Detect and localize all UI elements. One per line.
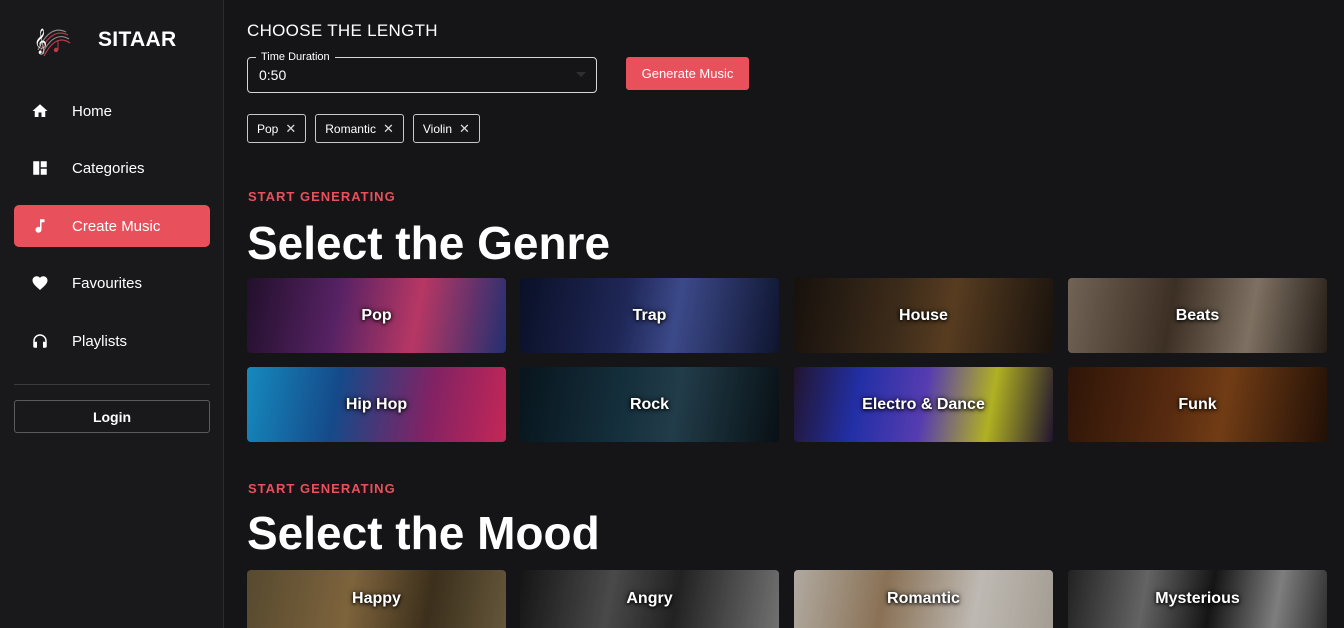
genre-card-label: Rock [629, 395, 670, 413]
mood-card-label: Happy [352, 590, 401, 607]
genre-card-rock[interactable]: Rock [520, 367, 779, 442]
tag-chip[interactable]: Romantic ✕ [315, 114, 404, 143]
brand[interactable]: 𝄞 SITAAR [32, 20, 176, 60]
home-icon [30, 101, 50, 121]
main-content: CHOOSE THE LENGTH Time Duration 0:50 Gen… [225, 0, 1344, 628]
music-note-icon [30, 216, 50, 236]
mood-eyebrow: START GENERATING [248, 481, 396, 496]
music-staff-logo-icon: 𝄞 [34, 28, 71, 57]
time-duration-label: Time Duration [256, 51, 335, 63]
sidebar-item-label: Home [72, 102, 113, 120]
genre-card-trap[interactable]: Trap [520, 278, 779, 353]
mood-card-angry[interactable]: Angry [520, 570, 779, 628]
mood-card-label: Mysterious [1155, 590, 1240, 607]
sidebar-item-label: Categories [72, 159, 145, 177]
sidebar-item-label: Favourites [72, 274, 143, 292]
sidebar-item-label: Create Music [72, 217, 161, 235]
headphones-icon [30, 331, 50, 351]
mood-card-romantic[interactable]: Romantic [794, 570, 1053, 628]
genre-card-beats[interactable]: Beats [1068, 278, 1327, 353]
sidebar-item-label: Playlists [72, 332, 128, 350]
genre-eyebrow: START GENERATING [248, 189, 396, 204]
tag-chip[interactable]: Violin ✕ [412, 114, 480, 143]
sidebar-item-categories[interactable]: Categories [14, 147, 210, 189]
genre-card-house[interactable]: House [794, 278, 1053, 353]
genre-card-label: Funk [1178, 395, 1217, 413]
heart-icon [30, 273, 50, 293]
genre-card-electro-dance[interactable]: Electro & Dance [794, 367, 1053, 442]
svg-text:𝄞: 𝄞 [34, 28, 47, 54]
mood-card-happy[interactable]: Happy [247, 570, 506, 628]
generate-music-button[interactable]: Generate Music [626, 57, 749, 90]
genre-card-label: Hip Hop [345, 395, 408, 413]
close-icon[interactable]: ✕ [383, 121, 394, 137]
genre-card-label: House [899, 306, 948, 324]
genre-card-label: Beats [1175, 306, 1220, 324]
sidebar-divider [14, 384, 210, 385]
choose-length-title: CHOOSE THE LENGTH [247, 21, 438, 40]
sidebar-item-favourites[interactable]: Favourites [14, 262, 210, 304]
time-duration-value: 0:50 [259, 67, 287, 83]
tag-chip[interactable]: Pop ✕ [247, 114, 307, 143]
selected-tags: Pop ✕ Romantic ✕ Violin ✕ [247, 114, 489, 143]
tag-label: Romantic [325, 121, 376, 136]
dashboard-icon [30, 158, 50, 178]
sidebar: 𝄞 SITAAR Home Categories Create Music Fa… [0, 0, 224, 628]
genre-card-funk[interactable]: Funk [1068, 367, 1327, 442]
sidebar-item-create-music[interactable]: Create Music [14, 205, 210, 247]
genre-card-label: Pop [361, 306, 392, 324]
sidebar-item-playlists[interactable]: Playlists [14, 320, 210, 362]
login-button[interactable]: Login [14, 400, 210, 433]
mood-title: Select the Mood [247, 507, 600, 559]
mood-card-label: Romantic [887, 590, 960, 607]
chevron-down-icon [576, 72, 586, 77]
genre-card-label: Electro & Dance [862, 395, 985, 413]
genre-title: Select the Genre [247, 217, 611, 269]
mood-card-label: Angry [626, 590, 673, 607]
genre-card-pop[interactable]: Pop [247, 278, 506, 353]
close-icon[interactable]: ✕ [285, 121, 296, 137]
time-duration-select[interactable]: Time Duration 0:50 [247, 51, 597, 93]
tag-label: Violin [422, 121, 452, 136]
genre-card-hip-hop[interactable]: Hip Hop [247, 367, 506, 442]
tag-label: Pop [257, 121, 279, 136]
genre-card-label: Trap [632, 306, 667, 324]
mood-card-mysterious[interactable]: Mysterious [1068, 570, 1327, 628]
sidebar-item-home[interactable]: Home [14, 90, 210, 132]
app-name: SITAAR [98, 28, 177, 51]
close-icon[interactable]: ✕ [459, 121, 470, 137]
